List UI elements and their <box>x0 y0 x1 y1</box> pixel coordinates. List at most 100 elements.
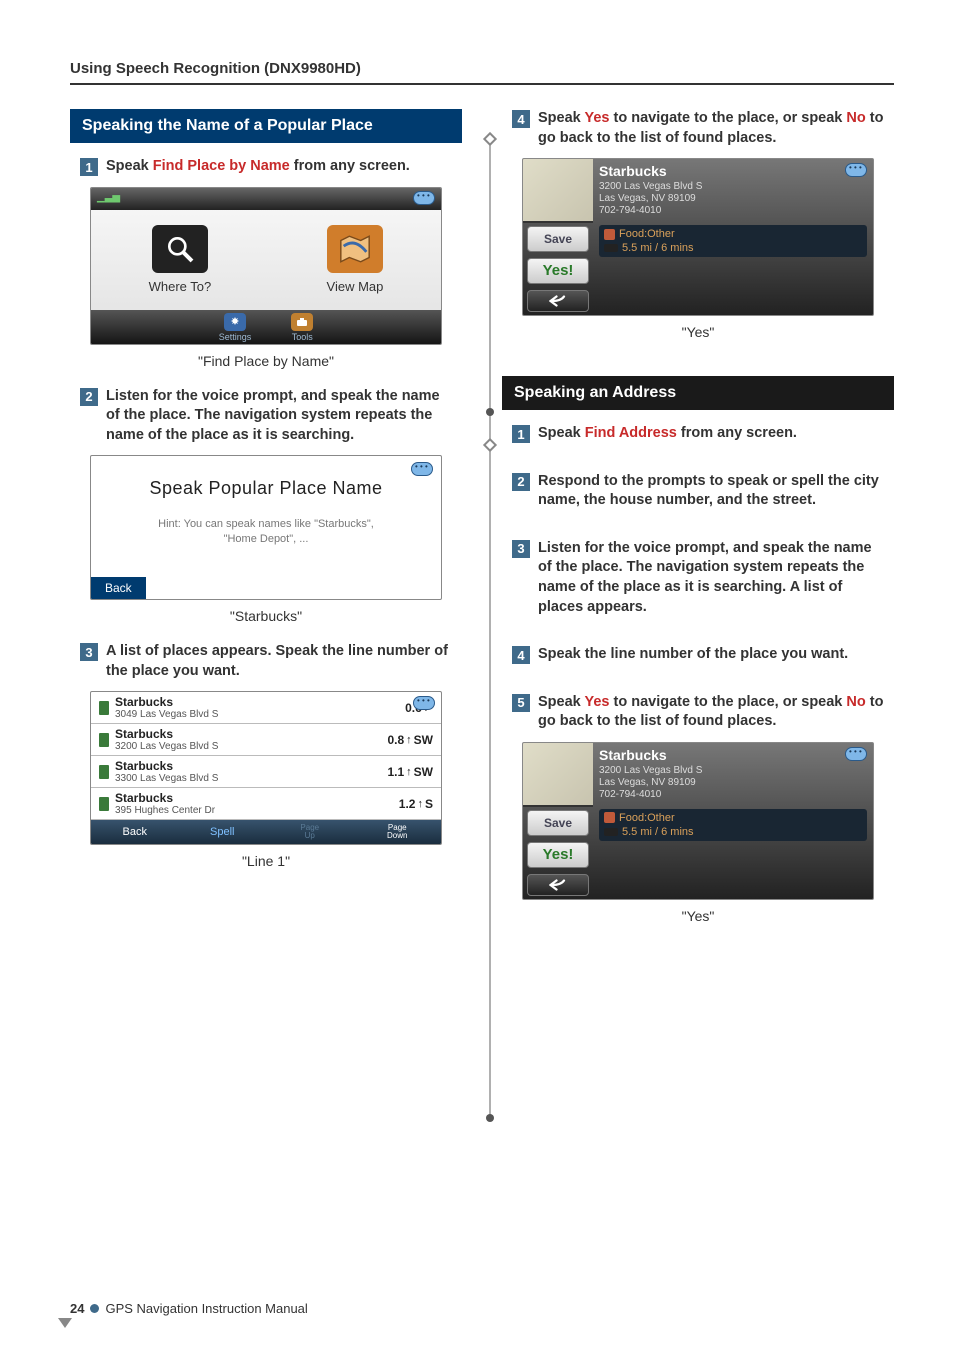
right-column: 4 Speak Yes to navigate to the place, or… <box>502 109 894 942</box>
timeline-dot-icon <box>486 408 494 416</box>
caption: "Find Place by Name" <box>70 353 462 369</box>
list-item: Starbucks 3300 Las Vegas Blvd S 1.1↑ SW <box>91 756 441 788</box>
back-button: Back <box>91 577 146 599</box>
direction-arrow-icon: ↑ <box>406 766 412 778</box>
result-addr: 3049 Las Vegas Blvd S <box>115 709 405 720</box>
step-text: A list of places appears. Speak the line… <box>106 642 452 681</box>
step-number: 1 <box>80 158 98 176</box>
addr-step-5: 5 Speak Yes to navigate to the place, or… <box>502 693 894 732</box>
food-icon <box>604 229 615 240</box>
step-text: Respond to the prompts to speak or spell… <box>538 472 884 511</box>
result-name: Starbucks <box>115 727 387 741</box>
poi-icon <box>99 701 109 715</box>
step-number: 3 <box>80 643 98 661</box>
timeline-line <box>489 140 491 1120</box>
back-button <box>527 874 589 896</box>
left-column: Speaking the Name of a Popular Place 1 S… <box>70 109 462 942</box>
place-name: Starbucks <box>599 747 867 763</box>
place-addr: Las Vegas, NV 89109 <box>599 193 867 205</box>
result-name: Starbucks <box>115 759 387 773</box>
screenshot-place-detail: Save Yes! Starbucks 3200 Las Vegas Blvd … <box>522 158 874 316</box>
car-icon <box>604 828 618 836</box>
place-name: Starbucks <box>599 163 867 179</box>
category: Food:Other <box>619 228 675 240</box>
footer-title: GPS Navigation Instruction Manual <box>105 1301 307 1316</box>
direction-arrow-icon: ↑ <box>417 798 423 810</box>
addr-step-4: 4 Speak the line number of the place you… <box>502 645 894 665</box>
result-dir: SW <box>414 733 433 747</box>
step-number: 5 <box>512 694 530 712</box>
timeline-dot-icon <box>486 1114 494 1122</box>
bullet-icon <box>90 1304 99 1313</box>
voice-command: Find Place by Name <box>153 158 290 174</box>
step-4: 4 Speak Yes to navigate to the place, or… <box>502 109 894 148</box>
list-item: Starbucks 395 Hughes Center Dr 1.2↑ S <box>91 788 441 820</box>
speak-title: Speak Popular Place Name <box>91 456 441 499</box>
step-text: Speak <box>538 694 585 710</box>
save-button: Save <box>527 226 589 252</box>
speech-bubble-icon <box>411 462 433 476</box>
caption: "Yes" <box>502 324 894 340</box>
voice-command: No <box>846 694 865 710</box>
page-number: 24 <box>70 1301 84 1316</box>
step-number: 3 <box>512 540 530 558</box>
result-dir: S <box>425 797 433 811</box>
map-thumbnail <box>523 159 593 223</box>
voice-command: Find Address <box>585 425 677 441</box>
caption: "Yes" <box>502 908 894 924</box>
where-to-icon <box>152 225 208 273</box>
list-item: Starbucks 3200 Las Vegas Blvd S 0.8↑ SW <box>91 724 441 756</box>
step-number: 4 <box>512 646 530 664</box>
speak-hint: Hint: You can speak names like "Starbuck… <box>91 517 441 531</box>
voice-command: Yes <box>585 110 610 126</box>
result-dist: 0.8 <box>387 733 404 747</box>
result-dist: 1.2 <box>399 797 416 811</box>
food-icon <box>604 812 615 823</box>
addr-step-1: 1 Speak Find Address from any screen. <box>502 424 894 444</box>
tools-icon <box>291 313 313 331</box>
category: Food:Other <box>619 812 675 824</box>
place-addr: 3200 Las Vegas Blvd S <box>599 765 867 777</box>
view-map-label: View Map <box>327 279 384 294</box>
spell-button: Spell <box>179 826 267 838</box>
section-title-popular-place: Speaking the Name of a Popular Place <box>70 109 462 143</box>
poi-icon <box>99 797 109 811</box>
screenshot-place-detail: Save Yes! Starbucks 3200 Las Vegas Blvd … <box>522 742 874 900</box>
result-dir: SW <box>414 765 433 779</box>
settings-icon <box>224 313 246 331</box>
map-thumbnail <box>523 743 593 807</box>
page-up-button: Page Up <box>266 824 354 840</box>
step-number: 2 <box>80 388 98 406</box>
step-text: Speak <box>106 158 153 174</box>
tools-label: Tools <box>291 332 313 342</box>
place-phone: 702-794-4010 <box>599 205 867 217</box>
screenshot-results-list: Starbucks 3049 Las Vegas Blvd S 0.6↗ Sta… <box>90 691 442 845</box>
signal-icon: ▁▃▅ <box>97 192 120 203</box>
step-text: from any screen. <box>677 425 797 441</box>
speech-bubble-icon <box>845 163 867 177</box>
view-map-icon <box>327 225 383 273</box>
step-text: Speak <box>538 110 585 126</box>
back-button: Back <box>91 826 179 838</box>
caption: "Starbucks" <box>70 608 462 624</box>
list-item: Starbucks 3049 Las Vegas Blvd S 0.6↗ <box>91 692 441 724</box>
step-text: Speak the line number of the place you w… <box>538 645 848 665</box>
distance-time: 5.5 mi / 6 mins <box>622 826 694 838</box>
speak-hint: "Home Depot", ... <box>91 532 441 546</box>
result-name: Starbucks <box>115 695 405 709</box>
page-header: Using Speech Recognition (DNX9980HD) <box>70 60 894 85</box>
result-name: Starbucks <box>115 791 399 805</box>
continuation-arrow-icon <box>58 1318 72 1328</box>
addr-step-2: 2 Respond to the prompts to speak or spe… <box>502 472 894 511</box>
place-addr: 3200 Las Vegas Blvd S <box>599 181 867 193</box>
yes-button: Yes! <box>527 842 589 868</box>
speech-bubble-icon <box>413 191 435 205</box>
speech-bubble-icon <box>845 747 867 761</box>
result-addr: 3300 Las Vegas Blvd S <box>115 773 387 784</box>
step-text: Listen for the voice prompt, and speak t… <box>106 387 452 446</box>
yes-button: Yes! <box>527 258 589 284</box>
step-text: from any screen. <box>290 158 410 174</box>
car-icon <box>604 244 618 252</box>
poi-icon <box>99 733 109 747</box>
page-footer: 24 GPS Navigation Instruction Manual <box>70 1301 308 1316</box>
